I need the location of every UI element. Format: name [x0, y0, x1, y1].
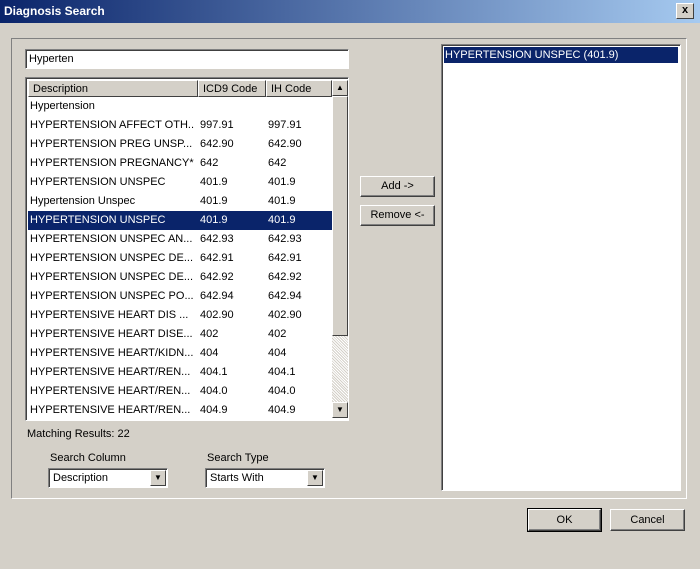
list-rows: Hypertension HYPERTENSION AFFECT OTH... 99… — [28, 97, 332, 420]
vertical-scrollbar[interactable]: ▲ ▼ — [332, 80, 348, 418]
cell-description: HYPERTENSION PREGNANCY* — [30, 157, 194, 169]
cell-description: HYPERTENSION UNSPEC — [30, 176, 166, 188]
cell-description: HYPERTENSIVE HEART/REN... — [30, 404, 191, 416]
table-row[interactable]: HYPERTENSION UNSPEC 401.9 401.9 — [28, 173, 332, 192]
table-row[interactable]: HYPERTENSIVE HEART DIS ... 402.90 402.90 — [28, 306, 332, 325]
cell-ih: 642.90 — [268, 138, 302, 150]
table-row[interactable]: HYPERTENSION PREGNANCY* 642 642 — [28, 154, 332, 173]
cell-description: Hypertension — [30, 100, 95, 112]
diagnosis-list[interactable]: Description ICD9 Code IH Code Hypertensi… — [25, 77, 349, 421]
cell-description: HYPERTENSIVE HEART/REN... — [30, 385, 191, 397]
cell-description: HYPERTENSION AFFECT OTH... — [30, 119, 195, 131]
cell-ih: 997.91 — [268, 119, 302, 131]
search-type-value: Starts With — [210, 472, 264, 484]
chevron-down-icon[interactable]: ▼ — [150, 470, 166, 486]
cell-ih: 402 — [268, 328, 287, 340]
table-row[interactable]: HYPERTENSIVE HEART DISE... 402 402 — [28, 325, 332, 344]
window-title: Diagnosis Search — [4, 4, 105, 18]
cell-description: HYPERTENSION UNSPEC DE... — [30, 252, 193, 264]
cell-description: HYPERTENSION UNSPEC PO... — [30, 290, 194, 302]
table-row[interactable]: HYPERTENSION PREG UNSP... 642.90 642.90 — [28, 135, 332, 154]
chevron-down-icon[interactable]: ▼ — [307, 470, 323, 486]
cell-icd9: 642 — [200, 157, 219, 169]
cell-ih: 404.0 — [268, 385, 296, 397]
cell-icd9: 642.94 — [200, 290, 234, 302]
cell-ih: 401.9 — [268, 214, 296, 226]
table-row[interactable]: HYPERTENSIVE HEART/REN... 404.9 404.9 — [28, 401, 332, 420]
cell-icd9: 401.9 — [200, 214, 228, 226]
cell-ih: 402.90 — [268, 309, 302, 321]
cell-ih: 401.9 — [268, 176, 296, 188]
cell-description: HYPERTENSION UNSPEC — [30, 214, 166, 226]
cell-description: HYPERTENSION UNSPEC AN... — [30, 233, 193, 245]
cell-ih: 404 — [268, 347, 287, 359]
table-row[interactable]: HYPERTENSION UNSPEC DE... 642.92 642.92 — [28, 268, 332, 287]
cancel-button[interactable]: Cancel — [610, 509, 685, 531]
cell-ih: 642.94 — [268, 290, 302, 302]
cell-icd9: 642.92 — [200, 271, 234, 283]
cell-icd9: 402 — [200, 328, 219, 340]
cell-icd9: 401.9 — [200, 195, 228, 207]
table-row[interactable]: HYPERTENSION UNSPEC 401.9 401.9 — [28, 211, 332, 230]
table-row[interactable]: HYPERTENSION UNSPEC PO... 642.94 642.94 — [28, 287, 332, 306]
table-row[interactable]: Hypertension Unspec 401.9 401.9 — [28, 192, 332, 211]
cell-icd9: 642.91 — [200, 252, 234, 264]
selected-diagnoses-list[interactable]: HYPERTENSION UNSPEC (401.9) — [441, 44, 681, 491]
matching-results: Matching Results: 22 — [27, 428, 130, 440]
cell-ih: 401.9 — [268, 195, 296, 207]
scroll-down-icon[interactable]: ▼ — [332, 402, 348, 418]
title-bar: Diagnosis Search x — [0, 0, 700, 23]
table-row[interactable]: HYPERTENSIVE HEART/KIDN... 404 404 — [28, 344, 332, 363]
ok-button[interactable]: OK — [527, 508, 602, 532]
cell-description: Hypertension Unspec — [30, 195, 136, 207]
cell-icd9: 401.9 — [200, 176, 228, 188]
scroll-up-icon[interactable]: ▲ — [332, 80, 348, 96]
search-column-value: Description — [53, 472, 109, 484]
cell-icd9: 404 — [200, 347, 219, 359]
search-type-select[interactable]: Starts With ▼ — [205, 468, 325, 488]
cell-ih: 404.1 — [268, 366, 296, 378]
search-column-select[interactable]: Description ▼ — [48, 468, 168, 488]
table-row[interactable]: HYPERTENSION UNSPEC DE... 642.91 642.91 — [28, 249, 332, 268]
cell-icd9: 404.1 — [200, 366, 228, 378]
selected-diagnosis-item[interactable]: HYPERTENSION UNSPEC (401.9) — [444, 47, 678, 63]
table-row[interactable]: HYPERTENSION AFFECT OTH... 997.91 997.91 — [28, 116, 332, 135]
search-type-label: Search Type — [207, 452, 269, 464]
cell-description: HYPERTENSIVE HEART/REN... — [30, 366, 191, 378]
cell-ih: 642 — [268, 157, 287, 169]
table-row[interactable]: HYPERTENSION UNSPEC AN... 642.93 642.93 — [28, 230, 332, 249]
table-row[interactable]: Hypertension — [28, 97, 332, 116]
cell-icd9: 404.0 — [200, 385, 228, 397]
cell-description: HYPERTENSIVE HEART/KIDN... — [30, 347, 194, 359]
table-row[interactable]: HYPERTENSIVE HEART/REN... 404.1 404.1 — [28, 363, 332, 382]
column-header-icd9[interactable]: ICD9 Code — [198, 80, 266, 97]
cell-ih: 642.93 — [268, 233, 302, 245]
column-header-ih[interactable]: IH Code — [266, 80, 332, 97]
cell-ih: 404.9 — [268, 404, 296, 416]
cell-icd9: 997.91 — [200, 119, 234, 131]
search-input[interactable]: Hyperten — [25, 49, 349, 69]
cell-description: HYPERTENSION UNSPEC DE... — [30, 271, 193, 283]
table-row[interactable]: HYPERTENSIVE HEART/REN... 404.0 404.0 — [28, 382, 332, 401]
cell-description: HYPERTENSIVE HEART DIS ... — [30, 309, 189, 321]
add-button[interactable]: Add -> — [360, 176, 435, 197]
close-button[interactable]: x — [676, 3, 694, 19]
cell-icd9: 642.90 — [200, 138, 234, 150]
remove-button[interactable]: Remove <- — [360, 205, 435, 226]
cell-icd9: 404.9 — [200, 404, 228, 416]
cell-icd9: 642.93 — [200, 233, 234, 245]
search-column-label: Search Column — [50, 452, 126, 464]
cell-ih: 642.91 — [268, 252, 302, 264]
cell-description: HYPERTENSION PREG UNSP... — [30, 138, 193, 150]
cell-icd9: 402.90 — [200, 309, 234, 321]
column-header-description[interactable]: Description — [28, 80, 198, 97]
cell-description: HYPERTENSIVE HEART DISE... — [30, 328, 193, 340]
cell-ih: 642.92 — [268, 271, 302, 283]
scroll-thumb[interactable] — [332, 96, 348, 336]
